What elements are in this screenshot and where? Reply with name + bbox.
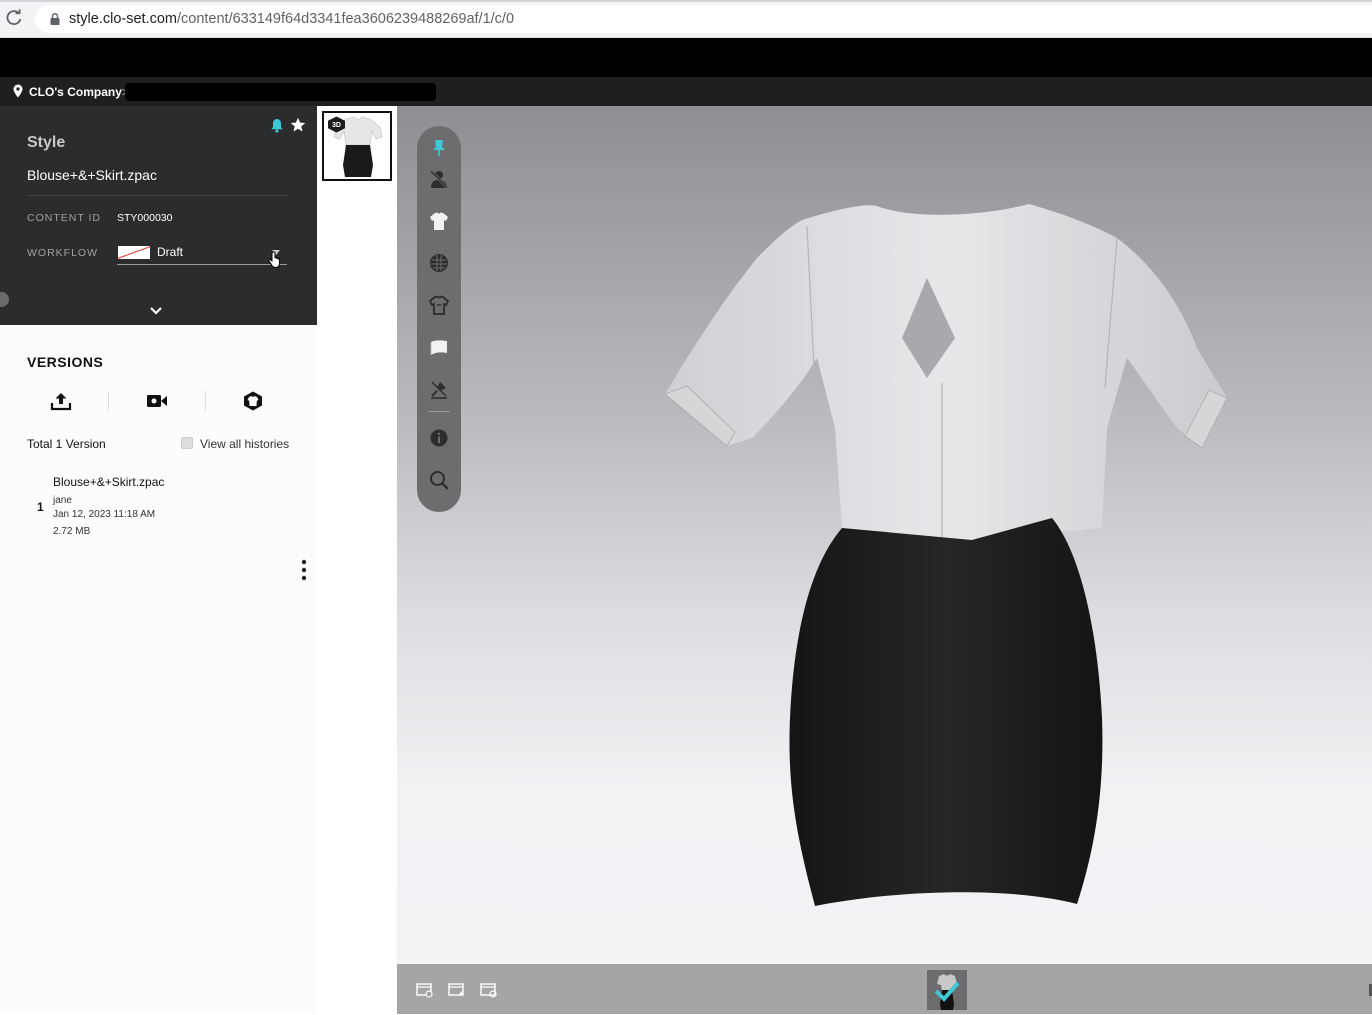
- render-icon[interactable]: [448, 982, 466, 998]
- divider: [108, 391, 109, 411]
- chevron-down-icon[interactable]: [149, 306, 163, 316]
- toolbar-divider: [428, 411, 450, 412]
- versions-panel: VERSIONS Total 1 Version View all histor…: [0, 325, 317, 1014]
- workflow-label: WORKFLOW: [27, 247, 98, 259]
- 3d-badge-text: 3D: [332, 122, 341, 129]
- divider: [205, 391, 206, 411]
- browser-tab-strip: [0, 0, 1372, 2]
- breadcrumb-company[interactable]: CLO's Company: [29, 85, 122, 99]
- video-icon[interactable]: [146, 391, 168, 411]
- panel-handle[interactable]: [0, 292, 9, 307]
- no-pin-icon[interactable]: [428, 378, 450, 400]
- colorway-icon[interactable]: [480, 982, 498, 998]
- avatar-selector[interactable]: [927, 970, 967, 1010]
- garment-check-icon: [934, 974, 960, 1010]
- version-date: Jan 12, 2023 11:18 AM: [53, 509, 156, 520]
- version-user: jane: [53, 495, 72, 506]
- version-count: Total 1 Version: [27, 437, 106, 451]
- version-size: 2.72 MB: [53, 526, 91, 537]
- workflow-color-swatch: [118, 246, 150, 259]
- viewer-toolbar: [417, 126, 461, 512]
- texture-icon[interactable]: [428, 252, 450, 274]
- 3d-badge-icon: 3D: [328, 116, 345, 133]
- fitting-icon[interactable]: [428, 294, 450, 316]
- pin-icon[interactable]: [428, 137, 450, 159]
- reload-icon[interactable]: [5, 9, 23, 27]
- redacted-breadcrumb: [125, 83, 436, 101]
- info-icon[interactable]: [428, 427, 450, 449]
- view-all-histories-checkbox[interactable]: [181, 437, 193, 449]
- hand-cursor-icon: [268, 251, 280, 269]
- more-options-icon[interactable]: [300, 559, 308, 581]
- garment-icon[interactable]: [428, 210, 450, 232]
- star-icon[interactable]: [290, 117, 306, 133]
- bell-icon[interactable]: [270, 118, 284, 133]
- garment-3d-icon[interactable]: [242, 391, 264, 411]
- workflow-select-underline: [117, 264, 287, 265]
- zoom-icon[interactable]: [428, 469, 450, 491]
- screenshot-settings-icon[interactable]: [416, 982, 434, 998]
- avatar-hide-icon[interactable]: [428, 168, 450, 190]
- style-info-panel: Style Blouse+&+Skirt.zpac CONTENT ID STY…: [0, 106, 317, 325]
- style-thumbnail[interactable]: 3D: [322, 111, 392, 181]
- content-id-value: STY000030: [117, 212, 173, 224]
- version-number: 1: [37, 500, 44, 514]
- version-file-name[interactable]: Blouse+&+Skirt.zpac: [53, 475, 164, 489]
- 3d-viewer[interactable]: [397, 106, 1372, 964]
- garment-3d-model[interactable]: [657, 198, 1237, 918]
- divider: [27, 195, 287, 196]
- viewer-bottom-bar: [397, 964, 1372, 1014]
- breadcrumb[interactable]: CLO's Company>: [29, 85, 129, 99]
- content-id-label: CONTENT ID: [27, 212, 101, 224]
- versions-title: VERSIONS: [27, 354, 104, 370]
- url-path: /content/633149f64d3341fea3606239488269a…: [176, 11, 515, 27]
- thumbnail-column: 3D: [317, 106, 397, 1014]
- lock-icon[interactable]: [48, 12, 62, 26]
- breadcrumb-bar: CLO's Company>: [0, 77, 1372, 106]
- style-name: Blouse+&+Skirt.zpac: [27, 167, 157, 183]
- browser-address-bar: style.clo-set.com/content/633149f64d3341…: [0, 0, 1372, 38]
- section-title: Style: [27, 134, 66, 151]
- workflow-select-value[interactable]: Draft: [157, 245, 183, 259]
- top-header-strip: [0, 38, 1372, 77]
- view-all-histories-label[interactable]: View all histories: [200, 437, 289, 451]
- location-pin-icon: [13, 84, 23, 98]
- url-text[interactable]: style.clo-set.com/content/633149f64d3341…: [69, 11, 514, 27]
- upload-icon[interactable]: [50, 391, 72, 411]
- url-host: style.clo-set.com: [69, 11, 177, 27]
- fabric-icon[interactable]: [428, 336, 450, 358]
